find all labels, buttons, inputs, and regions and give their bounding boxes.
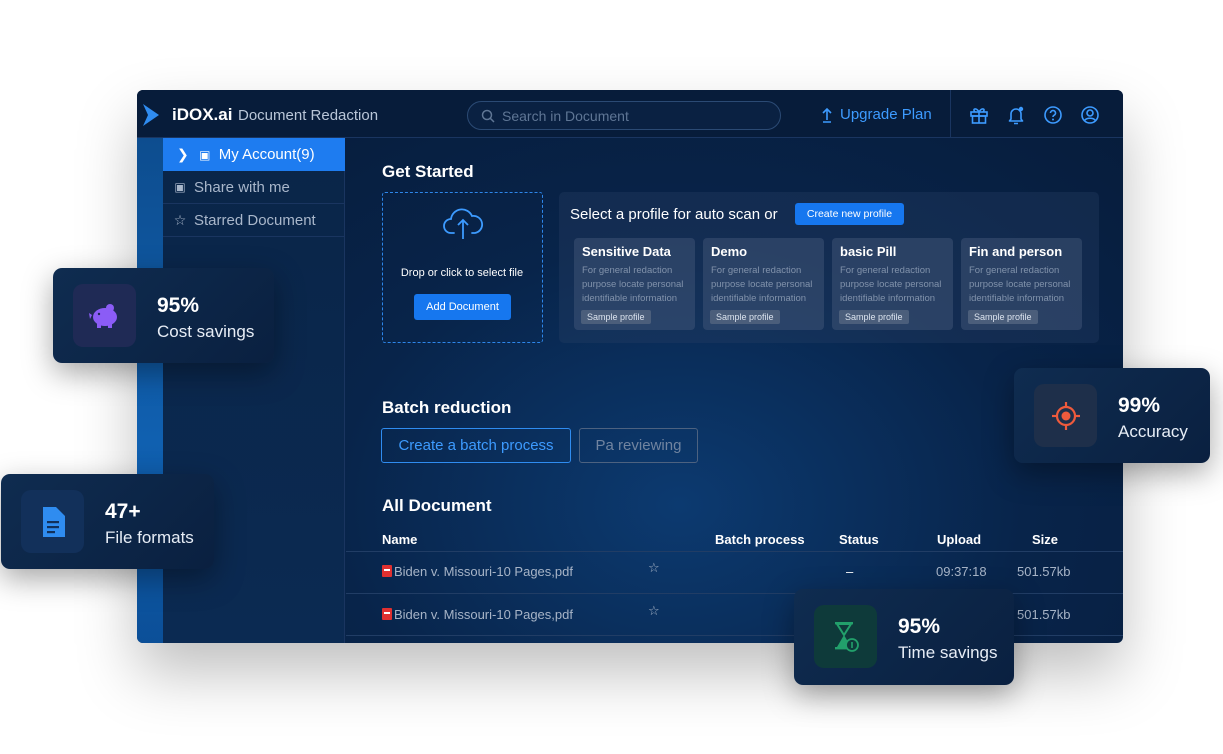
file-dropzone[interactable]: Drop or click to select file Add Documen… <box>382 192 543 343</box>
get-started-heading: Get Started <box>382 162 474 181</box>
search-box[interactable] <box>467 101 781 130</box>
status-cell: – <box>846 564 854 579</box>
stat-card-accuracy: 99% Accuracy <box>1014 368 1210 463</box>
column-header-upload: Upload <box>937 532 982 547</box>
stat-card-cost-savings: 95% Cost savings <box>53 268 274 363</box>
size-cell: 501.57kb <box>1017 564 1071 579</box>
main-content: Get Started Drop or click to select file… <box>346 138 1123 643</box>
sidebar-item-my-account[interactable]: ❯ ▣ My Account(9) <box>163 138 345 171</box>
profile-name: basic Pill <box>840 244 897 259</box>
star-icon: ☆ <box>173 211 187 228</box>
profile-description: For general redaction purpose locate per… <box>840 265 942 304</box>
reviewing-button[interactable]: Pa reviewing <box>579 428 698 463</box>
stat-value: 95% <box>157 294 200 317</box>
search-icon <box>481 109 495 123</box>
stat-label: Cost savings <box>157 322 255 341</box>
profile-tag: Sample profile <box>839 310 909 324</box>
toolbar-divider <box>950 90 951 138</box>
profile-tag: Sample profile <box>968 310 1038 324</box>
pdf-file-icon <box>382 608 392 620</box>
profile-tag: Sample profile <box>710 310 780 324</box>
upload-time-cell: 09:37:18 <box>936 564 987 579</box>
profile-name: Demo <box>711 244 748 259</box>
upgrade-plan-button[interactable]: Upgrade Plan <box>821 106 932 123</box>
column-header-batch-process: Batch process <box>715 532 805 547</box>
target-icon <box>1034 384 1097 447</box>
stat-value: 95% <box>898 615 941 638</box>
profile-card-basic-pill[interactable]: basic Pill For general redaction purpose… <box>832 238 953 330</box>
top-bar: iDOX.ai Document Redaction Upgrade Plan <box>137 90 1123 138</box>
bell-icon[interactable] <box>1006 105 1026 125</box>
stat-label: Accuracy <box>1118 422 1188 441</box>
sidebar-item-label: My Account(9) <box>218 146 315 163</box>
size-cell: 501.57kb <box>1017 607 1071 622</box>
profile-description: For general redaction purpose locate per… <box>582 265 684 304</box>
upgrade-plan-label: Upgrade Plan <box>840 106 932 123</box>
profile-tag: Sample profile <box>581 310 651 324</box>
folder-icon: ▣ <box>199 147 211 162</box>
dropzone-text: Drop or click to select file <box>400 267 524 279</box>
create-new-profile-button[interactable]: Create new profile <box>795 203 904 225</box>
stat-card-time-savings: 95% Time savings <box>794 589 1014 685</box>
stat-label: File formats <box>105 528 194 547</box>
brand-name: iDOX.ai <box>172 105 233 124</box>
logo-icon <box>143 104 159 126</box>
arrow-up-icon <box>822 107 832 123</box>
gift-icon[interactable] <box>969 105 989 125</box>
add-document-button[interactable]: Add Document <box>414 294 511 320</box>
document-icon <box>21 490 84 553</box>
sidebar-item-label: Share with me <box>194 178 290 196</box>
table-row[interactable]: Biden v. Missouri-10 Pages,pdf ☆ – 09:37… <box>346 552 1123 592</box>
profile-description: For general redaction purpose locate per… <box>969 265 1071 304</box>
app-title: Document Redaction <box>238 107 379 124</box>
column-header-name: Name <box>382 532 418 547</box>
document-name: Biden v. Missouri-10 Pages,pdf <box>394 564 573 579</box>
profile-card-sensitive-data[interactable]: Sensitive Data For general redaction pur… <box>574 238 695 330</box>
app-window: iDOX.ai Document Redaction Upgrade Plan <box>137 90 1123 643</box>
document-name-cell[interactable]: Biden v. Missouri-10 Pages,pdf <box>382 607 573 622</box>
hourglass-icon <box>814 605 877 668</box>
document-name: Biden v. Missouri-10 Pages,pdf <box>394 607 573 622</box>
profile-name: Sensitive Data <box>582 244 671 259</box>
sidebar-item-share-with-me[interactable]: ▣ Share with me <box>163 171 345 204</box>
sidebar-item-label: Starred Document <box>194 211 316 229</box>
star-icon[interactable]: ☆ <box>648 603 660 619</box>
profile-description: For general redaction purpose locate per… <box>711 265 813 304</box>
stat-label: Time savings <box>898 643 998 662</box>
document-name-cell[interactable]: Biden v. Missouri-10 Pages,pdf <box>382 564 573 579</box>
pdf-file-icon <box>382 565 392 577</box>
chevron-right-icon: ❯ <box>177 146 189 162</box>
profile-panel: Select a profile for auto scan or Create… <box>559 192 1099 343</box>
stat-card-file-formats: 47+ File formats <box>1 474 214 569</box>
help-icon[interactable] <box>1043 105 1063 125</box>
piggy-bank-icon <box>73 284 136 347</box>
star-icon[interactable]: ☆ <box>648 560 660 576</box>
profile-prompt: Select a profile for auto scan or <box>570 206 778 223</box>
search-input[interactable] <box>502 106 772 126</box>
profile-card-fin-and-person[interactable]: Fin and person For general redaction pur… <box>961 238 1082 330</box>
profile-card-demo[interactable]: Demo For general redaction purpose locat… <box>703 238 824 330</box>
create-batch-process-button[interactable]: Create a batch process <box>381 428 571 463</box>
column-header-status: Status <box>839 532 879 547</box>
all-documents-heading: All Document <box>382 496 492 515</box>
stat-value: 47+ <box>105 500 141 523</box>
stat-value: 99% <box>1118 394 1161 417</box>
folder-icon: ▣ <box>174 180 186 194</box>
batch-heading: Batch reduction <box>382 398 512 417</box>
profile-name: Fin and person <box>969 244 1063 259</box>
cloud-upload-icon <box>443 208 483 239</box>
sidebar-item-starred-document[interactable]: ☆ Starred Document <box>163 204 345 237</box>
user-icon[interactable] <box>1080 105 1100 125</box>
column-header-size: Size <box>1032 532 1059 547</box>
